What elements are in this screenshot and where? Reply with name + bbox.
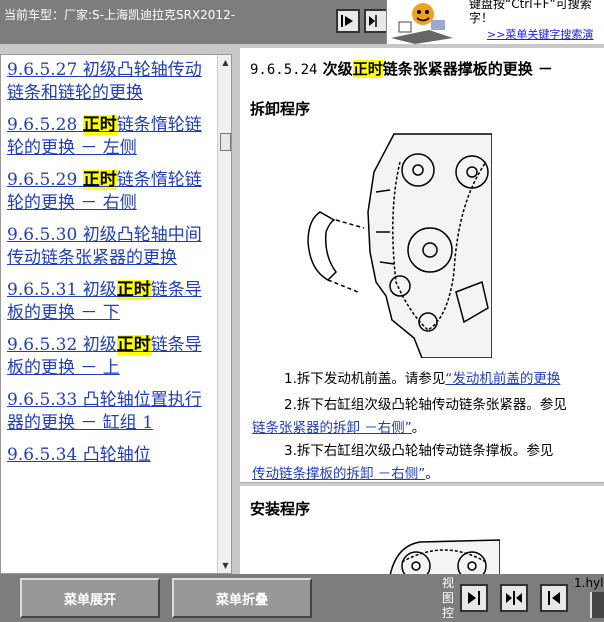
help-banner-text: 键盘按“Ctrl+F”可搜索 字！ xyxy=(469,0,592,25)
menu-item-num: 9.6.5.32 xyxy=(7,335,78,355)
panel-left-button[interactable] xyxy=(336,9,360,33)
menu-panel: 9.6.5.27 初级凸轮轴传动链条和链轮的更换 9.6.5.28 正时链条惰轮链… xyxy=(0,54,232,574)
menu-item-num: 9.6.5.34 xyxy=(7,445,78,465)
menu-item-pre: 凸轮轴位 xyxy=(77,445,151,465)
menu-item[interactable]: 9.6.5.32 初级正时链条导板的更换 － 上 xyxy=(7,334,211,379)
arrow-right-icon xyxy=(341,15,353,27)
panel-split-button[interactable] xyxy=(364,9,388,33)
section-divider xyxy=(240,482,604,486)
menu-collapse-button[interactable]: 菜单折叠 xyxy=(172,578,312,618)
menu-expand-button[interactable]: 菜单展开 xyxy=(20,578,160,618)
split-arrows-icon xyxy=(369,15,377,27)
menu-item[interactable]: 9.6.5.34 凸轮轴位 xyxy=(7,444,211,467)
bottom-bar: 菜单展开 菜单折叠 视图控 1.hyl xyxy=(0,574,604,622)
link-chain-brace-removal[interactable]: 传动链条撑板的拆卸 －右侧” xyxy=(252,466,425,482)
step-3: 3.拆下右缸组次级凸轮轴传动链条撑板。参见 传动链条撑板的拆卸 －右侧”。 xyxy=(252,443,554,482)
content-pane: 9.6.5.24 次级正时链条张紧器撑板的更换 － 拆卸程序 1.拆下发动机前盖… xyxy=(240,48,604,574)
menu-item-pre xyxy=(77,170,82,190)
menu-item-hl: 正时 xyxy=(116,280,151,300)
view-split-button[interactable] xyxy=(500,584,528,612)
menu-item[interactable]: 9.6.5.30 初级凸轮轴中间传动链条张紧器的更换 xyxy=(7,224,211,269)
scroll-down-icon[interactable]: ▼ xyxy=(218,558,231,573)
menu-list: 9.6.5.27 初级凸轮轴传动链条和链轮的更换 9.6.5.28 正时链条惰轮链… xyxy=(7,59,211,477)
menu-item[interactable]: 9.6.5.28 正时链条惰轮链轮的更换 － 左侧 xyxy=(7,114,211,159)
help-banner: 键盘按“Ctrl+F”可搜索 字！ >>菜单关键字搜索演 xyxy=(386,0,604,44)
page-title: 9.6.5.24 次级正时链条张紧器撑板的更换 － xyxy=(250,60,553,78)
view-control-label: 视图控 xyxy=(442,576,455,620)
menu-item-num: 9.6.5.31 xyxy=(7,280,78,300)
scrollbar-thumb[interactable] xyxy=(220,133,231,151)
menu-item-hl: 正时 xyxy=(82,170,117,190)
menu-item[interactable]: 9.6.5.33 凸轮轴位置执行器的更换 － 缸组 1 xyxy=(7,389,211,434)
menu-item-hl: 正时 xyxy=(116,335,151,355)
menu-item-num: 9.6.5.29 xyxy=(7,170,78,190)
top-bar: 当前车型：厂家:S-上海凯迪拉克SRX2012- 键盘按“Ctrl+F”可搜索 … xyxy=(0,0,604,44)
step-1: 1.拆下发动机前盖。请参见“发动机前盖的更换 xyxy=(284,371,561,387)
arrow-left-bar-icon xyxy=(548,591,560,605)
file-name-label: 1.hyl xyxy=(574,576,604,590)
menu-item-num: 9.6.5.33 xyxy=(7,390,78,410)
menu-item-hl: 正时 xyxy=(82,115,117,135)
menu-item-num: 9.6.5.28 xyxy=(7,115,78,135)
overflow-button[interactable] xyxy=(590,592,604,618)
keyword-search-link[interactable]: >>菜单关键字搜索演 xyxy=(487,26,593,42)
menu-item-pre: 初级 xyxy=(77,335,117,355)
scroll-up-icon[interactable]: ▲ xyxy=(218,55,231,70)
split-arrows-icon xyxy=(506,591,522,605)
mascot-keyboard-icon xyxy=(387,0,457,44)
arrow-right-bar-icon xyxy=(468,591,480,605)
menu-scrollbar[interactable]: ▲ ▼ xyxy=(217,55,231,573)
removal-heading: 拆卸程序 xyxy=(250,100,311,118)
menu-item[interactable]: 9.6.5.29 正时链条惰轮链轮的更换 － 右侧 xyxy=(7,169,211,214)
step-2: 2.拆下右缸组次级凸轮轴传动链条张紧器。参见 链条张紧器的拆卸 －右侧”。 xyxy=(252,397,567,436)
link-chain-tensioner-removal[interactable]: 链条张紧器的拆卸 －右侧” xyxy=(252,420,412,436)
menu-item-num: 9.6.5.27 xyxy=(7,60,78,80)
timing-chain-diagram-install xyxy=(389,539,500,574)
menu-item[interactable]: 9.6.5.31 初级正时链条导板的更换 － 下 xyxy=(7,279,211,324)
menu-item-num: 9.6.5.30 xyxy=(7,225,78,245)
timing-chain-diagram xyxy=(307,133,492,358)
menu-item-pre xyxy=(77,115,82,135)
link-engine-front-cover[interactable]: “发动机前盖的更换 xyxy=(445,371,560,387)
vehicle-label: 当前车型：厂家:S-上海凯迪拉克SRX2012- xyxy=(4,8,236,22)
menu-item-pre: 初级 xyxy=(77,280,117,300)
view-left-button[interactable] xyxy=(460,584,488,612)
app-window: 当前车型：厂家:S-上海凯迪拉克SRX2012- 键盘按“Ctrl+F”可搜索 … xyxy=(0,0,604,622)
install-heading: 安装程序 xyxy=(250,500,311,518)
menu-item[interactable]: 9.6.5.27 初级凸轮轴传动链条和链轮的更换 xyxy=(7,59,211,104)
view-right-button[interactable] xyxy=(540,584,568,612)
